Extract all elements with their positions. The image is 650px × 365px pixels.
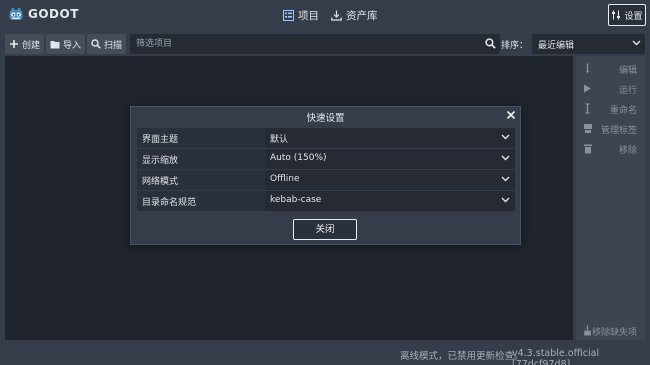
godot-robot-icon <box>9 7 23 20</box>
run-label: 运行 <box>618 86 637 96</box>
create-button[interactable]: 创建 <box>5 34 45 54</box>
setting-row-directory-naming: 目录命名规范 kebab-case <box>137 191 515 212</box>
version-label[interactable]: v4.3.stable.official [77dcf97d8] <box>512 348 650 365</box>
remove-label: 移除 <box>618 146 637 156</box>
settings-sliders-icon <box>612 10 621 20</box>
setting-label: 界面主题 <box>137 128 265 148</box>
top-bar: GODOT 项目 资产库 设置 <box>0 0 650 32</box>
chevron-down-icon <box>501 155 510 161</box>
manage-tags-label: 管理标签 <box>600 126 637 136</box>
project-toolbar: 创建 导入 扫描 排序： 最近编辑 <box>5 34 645 54</box>
download-icon <box>331 10 342 21</box>
scan-button[interactable]: 扫描 <box>87 34 127 54</box>
remove-missing-button[interactable]: 移除缺失项 <box>578 322 643 340</box>
quick-settings-dialog: 快速设置 界面主题 默认 显示缩放 Auto (150%) 网络模式 Offli… <box>130 106 521 245</box>
godot-logo: GODOT <box>8 6 79 22</box>
setting-label: 目录命名规范 <box>137 191 265 211</box>
rename-label: 重命名 <box>609 106 637 116</box>
settings-button[interactable]: 设置 <box>608 4 646 26</box>
remove-missing-label: 移除缺失项 <box>591 328 637 338</box>
tag-icon <box>584 124 592 133</box>
main-tabs: 项目 资产库 <box>283 8 378 23</box>
create-label: 创建 <box>22 40 41 51</box>
sort-label: 排序： <box>501 41 529 51</box>
import-button[interactable]: 导入 <box>46 34 86 54</box>
display-scale-dropdown[interactable]: Auto (150%) <box>265 149 515 169</box>
chevron-down-icon <box>501 176 510 182</box>
rename-icon <box>585 103 590 114</box>
setting-value: Auto (150%) <box>270 153 327 163</box>
edit-button[interactable]: 编辑 <box>578 60 643 78</box>
plus-icon <box>10 40 18 48</box>
tab-label: 项目 <box>298 10 319 22</box>
search-icon <box>91 39 101 49</box>
setting-label: 显示缩放 <box>137 149 265 169</box>
sort-value: 最近编辑 <box>538 40 575 51</box>
tab-asset-library[interactable]: 资产库 <box>331 8 378 23</box>
dialog-title: 快速设置 <box>306 113 345 124</box>
search-icon <box>485 38 496 49</box>
directory-naming-dropdown[interactable]: kebab-case <box>265 191 515 211</box>
setting-row-theme: 界面主题 默认 <box>137 128 515 149</box>
chevron-down-icon <box>632 40 641 46</box>
folder-icon <box>50 40 60 48</box>
theme-dropdown[interactable]: 默认 <box>265 128 515 148</box>
setting-row-display-scale: 显示缩放 Auto (150%) <box>137 149 515 170</box>
project-list-icon <box>283 10 294 21</box>
setting-value: kebab-case <box>270 195 322 205</box>
scan-label: 扫描 <box>104 40 123 51</box>
dialog-header: 快速设置 <box>131 107 520 124</box>
status-message: 离线模式，已禁用更新检查。 <box>400 351 524 362</box>
import-label: 导入 <box>63 40 82 51</box>
logo-text: GODOT <box>28 7 79 21</box>
close-button[interactable]: 关闭 <box>293 219 357 240</box>
broom-icon <box>584 325 591 336</box>
edit-label: 编辑 <box>618 66 637 76</box>
edit-icon <box>586 63 589 74</box>
filter-input[interactable] <box>130 34 500 54</box>
status-bar: 离线模式，已禁用更新检查。 v4.3.stable.official [77dc… <box>0 344 650 365</box>
tab-label: 资产库 <box>346 10 378 22</box>
setting-value: Offline <box>270 174 300 184</box>
sort-dropdown[interactable]: 最近编辑 <box>532 34 645 54</box>
settings-rows: 界面主题 默认 显示缩放 Auto (150%) 网络模式 Offline 目录… <box>137 128 515 212</box>
trash-icon <box>584 144 592 154</box>
manage-tags-button[interactable]: 管理标签 <box>578 120 643 138</box>
network-mode-dropdown[interactable]: Offline <box>265 170 515 190</box>
setting-value: 默认 <box>270 135 289 145</box>
settings-label: 设置 <box>624 11 643 22</box>
chevron-down-icon <box>501 134 510 140</box>
tab-projects[interactable]: 项目 <box>283 8 319 23</box>
setting-row-network-mode: 网络模式 Offline <box>137 170 515 191</box>
run-button[interactable]: 运行 <box>578 80 643 98</box>
filter-field <box>130 34 500 54</box>
close-icon[interactable] <box>506 110 516 120</box>
rename-button[interactable]: 重命名 <box>578 100 643 118</box>
remove-button[interactable]: 移除 <box>578 140 643 158</box>
setting-label: 网络模式 <box>137 170 265 190</box>
project-actions-panel: 编辑 运行 重命名 管理标签 移除 移除缺失项 <box>576 56 645 340</box>
chevron-down-icon <box>501 197 510 203</box>
play-icon <box>584 84 591 93</box>
